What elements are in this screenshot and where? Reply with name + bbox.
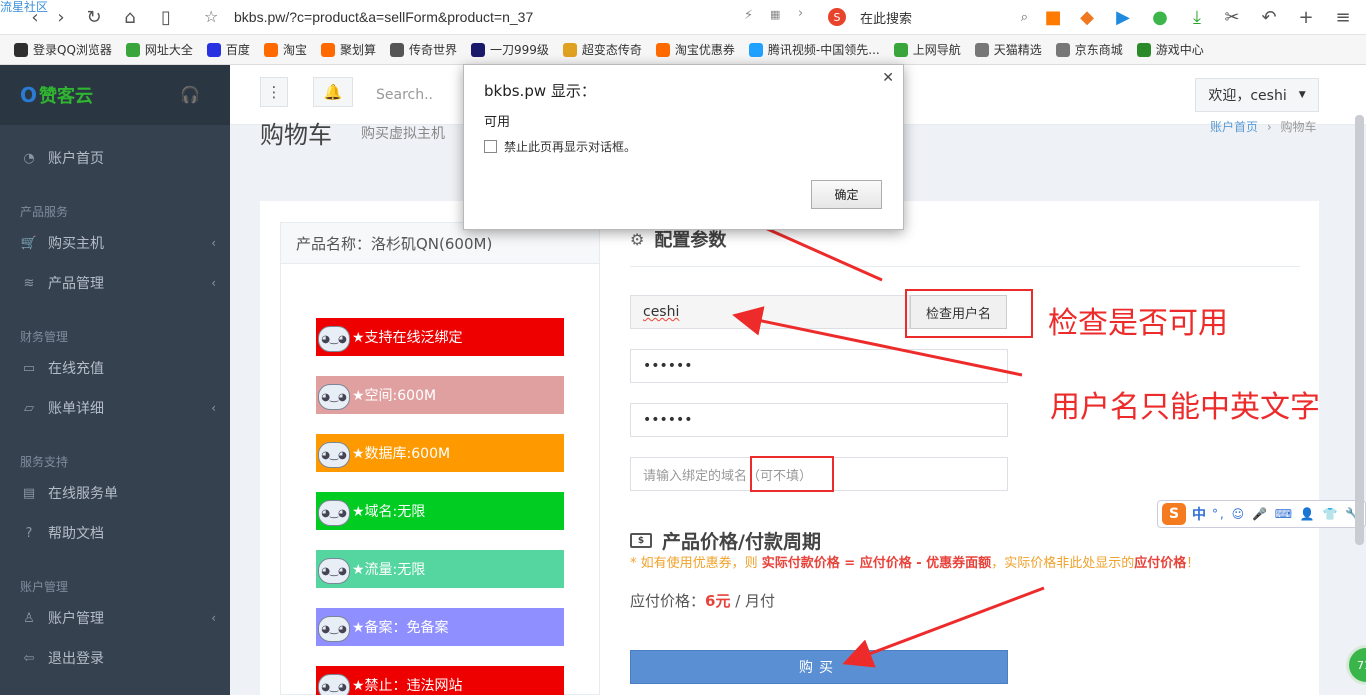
ime-tools-icon[interactable]: °, ☺ 🎤 ⌨ 👤 👕 🔧 bbox=[1212, 507, 1362, 521]
dialog-ok-button[interactable]: 确定 bbox=[811, 180, 882, 209]
ime-toolbar[interactable]: S 中 °, ☺ 🎤 ⌨ 👤 👕 🔧 bbox=[1157, 500, 1366, 528]
alert-dialog: bkbs.pw 显示： ✕ 可用 禁止此页再显示对话框。 确定 bbox=[463, 64, 904, 230]
dialog-title: bkbs.pw 显示： bbox=[484, 82, 596, 100]
checkbox-icon[interactable] bbox=[484, 140, 497, 153]
arrow-to-buy bbox=[842, 586, 1045, 668]
sogou-ime-icon[interactable]: S bbox=[1162, 503, 1186, 525]
ime-mode[interactable]: 中 bbox=[1192, 504, 1206, 524]
scrollbar-thumb[interactable] bbox=[1355, 115, 1364, 545]
dialog-message: 可用 bbox=[484, 115, 511, 130]
suppress-dialog-checkbox[interactable]: 禁止此页再显示对话框。 bbox=[484, 138, 636, 155]
close-icon[interactable]: ✕ bbox=[882, 70, 894, 86]
suppress-dialog-label: 禁止此页再显示对话框。 bbox=[504, 140, 637, 154]
arrow-to-username bbox=[732, 306, 1023, 377]
